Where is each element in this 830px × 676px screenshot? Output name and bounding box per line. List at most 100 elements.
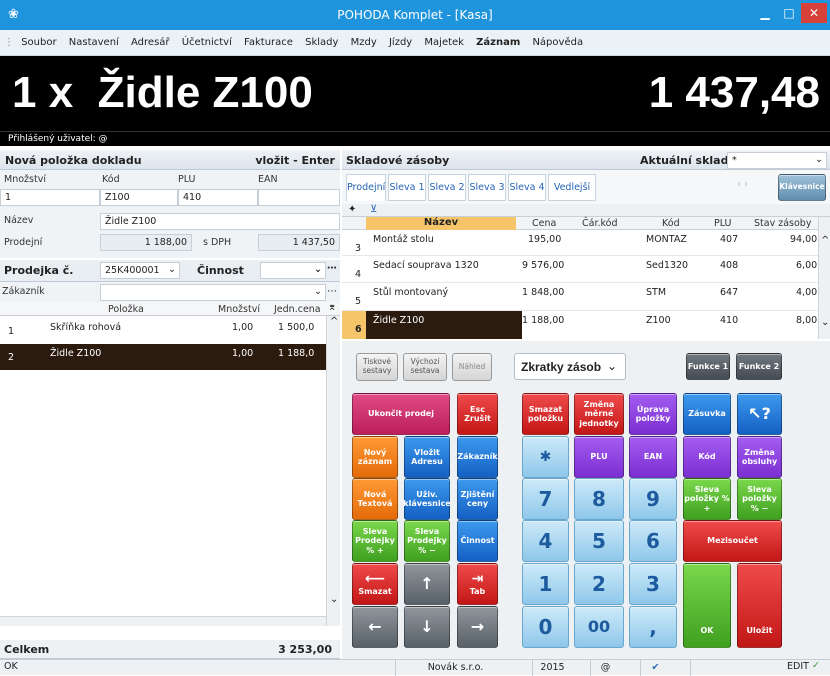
more-icon[interactable]: ⋯ bbox=[327, 286, 337, 297]
menu-sklady[interactable]: Sklady bbox=[305, 30, 338, 56]
filter-icon[interactable]: ⊻ bbox=[370, 204, 377, 215]
scroll-down-icon[interactable]: ⌄ bbox=[330, 594, 338, 605]
plu-field[interactable]: 410 bbox=[178, 189, 258, 206]
menu-soubor[interactable]: Soubor bbox=[21, 30, 56, 56]
stock-scrollbar[interactable]: ^ ⌄ bbox=[818, 217, 830, 339]
table-row-selected[interactable]: 2 Židle Z100 1,00 1 188,0 bbox=[0, 344, 326, 370]
customer-select[interactable]: ⌄ bbox=[100, 284, 326, 301]
drawer-button[interactable]: Zásuvka bbox=[683, 393, 731, 435]
horizontal-scrollbar[interactable] bbox=[0, 616, 326, 626]
col-stock[interactable]: Stav zásoby bbox=[754, 218, 811, 229]
digit-3-key[interactable]: 3 bbox=[629, 563, 677, 605]
menu-zaznam[interactable]: Záznam bbox=[476, 30, 520, 56]
vertical-scrollbar[interactable]: ^ ⌄ bbox=[326, 316, 340, 626]
menu-mzdy[interactable]: Mzdy bbox=[351, 30, 377, 56]
ean-field[interactable] bbox=[258, 189, 340, 206]
function-1-button[interactable]: Funkce 1 bbox=[686, 353, 730, 380]
scroll-up-icon[interactable]: ^ bbox=[330, 316, 338, 327]
receipt-discount-minus-button[interactable]: Sleva Prodejky % − bbox=[404, 520, 450, 562]
filter-icon[interactable]: ⌆ bbox=[328, 302, 336, 313]
preview-button[interactable]: Náhled bbox=[452, 353, 492, 381]
menu-fakturace[interactable]: Fakturace bbox=[244, 30, 293, 56]
help-button[interactable]: ↖? bbox=[737, 393, 782, 435]
col-price[interactable]: Cena bbox=[532, 218, 556, 229]
function-2-button[interactable]: Funkce 2 bbox=[736, 353, 782, 380]
item-discount-minus-button[interactable]: Sleva položky % − bbox=[737, 478, 782, 520]
ean-button[interactable]: EAN bbox=[629, 436, 677, 478]
plu-button[interactable]: PLU bbox=[574, 436, 624, 478]
save-button[interactable]: Uložit bbox=[737, 563, 782, 648]
tab-sleva-4[interactable]: Sleva 4 bbox=[508, 174, 546, 201]
delete-item-button[interactable]: Smazat položku bbox=[522, 393, 569, 435]
col-barcode[interactable]: Čár.kód bbox=[582, 218, 618, 229]
col-plu[interactable]: PLU bbox=[714, 218, 732, 229]
menu-adresar[interactable]: Adresář bbox=[131, 30, 170, 56]
minimize-button[interactable]: ▁ bbox=[753, 3, 777, 23]
new-text-button[interactable]: Nová Textová bbox=[352, 478, 398, 520]
change-operator-button[interactable]: Změna obsluhy bbox=[737, 436, 782, 478]
new-record-button[interactable]: Nový záznam bbox=[352, 436, 398, 478]
insert-address-button[interactable]: Vložit Adresu bbox=[404, 436, 450, 478]
menu-napoveda[interactable]: Nápověda bbox=[532, 30, 583, 56]
subtotal-button[interactable]: Mezisoučet bbox=[683, 520, 782, 562]
scroll-up-icon[interactable]: ^ bbox=[821, 235, 829, 246]
scroll-down-icon[interactable]: ⌄ bbox=[821, 317, 829, 328]
activity-button[interactable]: Činnost bbox=[457, 520, 498, 562]
warehouse-select[interactable]: * ⌄ bbox=[727, 152, 827, 169]
close-button[interactable]: ✕ bbox=[801, 3, 827, 23]
table-row[interactable]: 3 Montáž stolu 195,00 MONTAZ 407 94,00 bbox=[342, 230, 818, 256]
tab-sleva-2[interactable]: Sleva 2 bbox=[428, 174, 466, 201]
digit-8-key[interactable]: 8 bbox=[574, 478, 624, 520]
maximize-button[interactable]: □ bbox=[777, 3, 801, 23]
user-keyboard-button[interactable]: Uživ. klávesnice bbox=[403, 478, 451, 520]
tab-prodejni[interactable]: Prodejní bbox=[346, 174, 386, 201]
col-name[interactable]: Název bbox=[366, 217, 516, 230]
table-row[interactable]: 4 Sedací souprava 1320 9 576,00 Sed1320 … bbox=[342, 256, 818, 283]
edit-items-button[interactable]: Úprava položky bbox=[629, 393, 677, 435]
digit-6-key[interactable]: 6 bbox=[629, 520, 677, 562]
table-row[interactable]: 1 Skříňka rohová 1,00 1 500,0 bbox=[0, 318, 326, 344]
esc-cancel-button[interactable]: Esc Zrušit bbox=[457, 393, 498, 435]
tab-sleva-3[interactable]: Sleva 3 bbox=[468, 174, 506, 201]
arrow-right-button[interactable]: → bbox=[457, 606, 498, 648]
menu-ucetnictvi[interactable]: Účetnictví bbox=[182, 30, 232, 56]
tab-sleva-1[interactable]: Sleva 1 bbox=[388, 174, 426, 201]
table-row-selected[interactable]: 6 Židle Z100 1 188,00 Z100 410 8,00 bbox=[342, 311, 818, 339]
print-sets-button[interactable]: Tiskové sestavy bbox=[356, 353, 398, 381]
decimal-key[interactable]: , bbox=[629, 606, 677, 648]
receipt-number-select[interactable]: 25K400001 ⌄ bbox=[100, 262, 180, 279]
arrow-down-button[interactable]: ↓ bbox=[404, 606, 450, 648]
backspace-button[interactable]: ⟵ Smazat bbox=[352, 563, 398, 605]
digit-2-key[interactable]: 2 bbox=[574, 563, 624, 605]
item-discount-plus-button[interactable]: Sleva položky % + bbox=[683, 478, 731, 520]
receipt-discount-plus-button[interactable]: Sleva Prodejky % + bbox=[352, 520, 398, 562]
digit-5-key[interactable]: 5 bbox=[574, 520, 624, 562]
tab-button[interactable]: ⇥ Tab bbox=[457, 563, 498, 605]
tab-vedlejsi[interactable]: Vedlejší bbox=[548, 174, 596, 201]
find-price-button[interactable]: Zjištění ceny bbox=[457, 478, 498, 520]
col-code[interactable]: Kód bbox=[662, 218, 680, 229]
menu-majetek[interactable]: Majetek bbox=[424, 30, 464, 56]
menu-jizdy[interactable]: Jízdy bbox=[389, 30, 412, 56]
arrow-up-button[interactable]: ↑ bbox=[404, 563, 450, 605]
keyboard-button[interactable]: Klávesnice bbox=[778, 174, 826, 201]
digit-0-key[interactable]: 0 bbox=[522, 606, 569, 648]
end-sale-button[interactable]: Ukončit prodej bbox=[352, 393, 450, 435]
code-field[interactable]: Z100 bbox=[100, 189, 178, 206]
price-field[interactable]: 1 188,00 bbox=[100, 234, 192, 251]
star-key[interactable]: ✱ bbox=[522, 436, 569, 478]
default-set-button[interactable]: Výchozí sestava bbox=[403, 353, 447, 381]
shortcuts-select[interactable]: Zkratky zásob ⌄ bbox=[514, 353, 626, 380]
digit-1-key[interactable]: 1 bbox=[522, 563, 569, 605]
qty-field[interactable]: 1 bbox=[0, 189, 100, 206]
menu-nastaveni[interactable]: Nastavení bbox=[69, 30, 119, 56]
name-field[interactable]: Židle Z100 bbox=[100, 213, 340, 230]
tab-scroll-icon[interactable]: ‹ › bbox=[737, 179, 748, 190]
digit-4-key[interactable]: 4 bbox=[522, 520, 569, 562]
change-unit-button[interactable]: Změna měrné jednotky bbox=[574, 393, 624, 435]
customer-button[interactable]: Zákazník bbox=[457, 436, 498, 478]
digit-9-key[interactable]: 9 bbox=[629, 478, 677, 520]
pin-icon[interactable]: ✦ bbox=[348, 204, 356, 215]
arrow-left-button[interactable]: ← bbox=[352, 606, 398, 648]
code-button[interactable]: Kód bbox=[683, 436, 731, 478]
